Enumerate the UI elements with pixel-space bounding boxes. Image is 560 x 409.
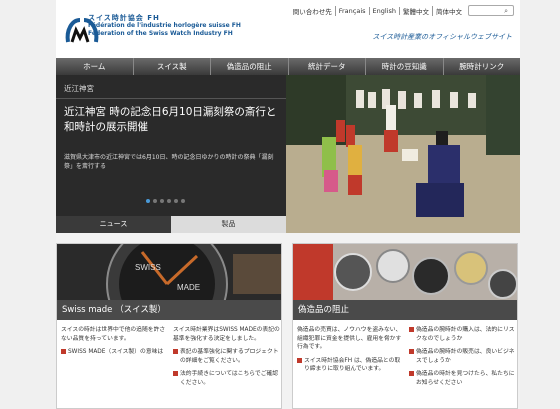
list-item-label[interactable]: 偽造品の腕時計の販売は、良いビジネスでしょうか bbox=[416, 348, 517, 365]
list-item-label[interactable]: SWISS MADE（スイス製）の意味は bbox=[68, 348, 163, 357]
list-item-label[interactable]: 法的手続きについてはこちらでご確認ください。 bbox=[180, 370, 281, 387]
swiss-made-watch-image[interactable]: SWISS MADE bbox=[57, 244, 281, 300]
search-icon[interactable]: ⌕ bbox=[501, 7, 511, 15]
hero-photo[interactable] bbox=[286, 75, 520, 233]
bullet-icon bbox=[297, 357, 302, 363]
nav-statistics[interactable]: 統計データ bbox=[289, 58, 366, 75]
brand-fr: Fédération de l'industrie horlogère suis… bbox=[88, 22, 241, 29]
list-item[interactable]: SWISS MADE（スイス製）の意味は bbox=[61, 348, 169, 357]
brand-jp: スイス時計協会 FH bbox=[88, 14, 160, 22]
page: スイス時計協会 FH Fédération de l'industrie hor… bbox=[0, 0, 560, 409]
counterfeit-watches-image[interactable] bbox=[293, 244, 517, 300]
hero-title[interactable]: 近江神宮 時の記念日6月10日漏刻祭の斎行と和時計の展示開催 bbox=[64, 105, 282, 135]
tagline: スイス時計産業のオフィシャルウェブサイト bbox=[372, 33, 512, 41]
list-item[interactable]: スイス時計協会FH は、偽造品との取り締まりに取り組んでいます。 bbox=[297, 357, 405, 374]
list-item[interactable]: 偽造品の時計を見つけたら、私たちにお知らせください bbox=[409, 370, 517, 387]
list-item-label[interactable]: 偽造品の腕時計の購入は、法的にリスクなのでしょうか bbox=[416, 326, 517, 343]
lang-traditional-chinese-link[interactable]: 繁體中文 bbox=[400, 5, 433, 16]
slider-dot[interactable] bbox=[153, 199, 157, 203]
bullet-icon bbox=[61, 349, 66, 354]
hero-category: 近江神宮 bbox=[64, 84, 94, 93]
brand-block: スイス時計協会 FH Fédération de l'industrie hor… bbox=[88, 14, 241, 38]
lang-english-link[interactable]: English bbox=[370, 6, 400, 15]
nav-anti-counterfeit[interactable]: 偽造品の阻止 bbox=[211, 58, 289, 75]
contact-link[interactable]: 問い合わせ先 bbox=[290, 5, 336, 16]
slider-dot[interactable] bbox=[174, 199, 178, 203]
bullet-icon bbox=[173, 349, 178, 354]
watch-dial-text-swiss: SWISS bbox=[135, 263, 161, 272]
lang-french-link[interactable]: Français bbox=[336, 6, 370, 15]
slider-dot[interactable] bbox=[181, 199, 185, 203]
slider-dots bbox=[146, 199, 185, 203]
list-item[interactable]: 偽造品の腕時計の販売は、良いビジネスでしょうか bbox=[409, 348, 517, 365]
swiss-made-col-1: スイスの時計は世界中で他の追随を許さない品質を持っています。 SWISS MAD… bbox=[61, 326, 169, 357]
lang-simplified-chinese-link[interactable]: 简体中文 bbox=[433, 6, 465, 16]
tab-products[interactable]: 製品 bbox=[171, 216, 286, 233]
bullet-icon bbox=[409, 371, 414, 376]
swiss-made-col-2: スイス時計業界はSWISS MADEの表記の基準を強化する決定をしました。 表記… bbox=[173, 326, 281, 387]
anti-counterfeit-panel: 偽造品の阻止 偽造品の売買は、ノウハウを盗みない、組織犯罪に資金を提供し、雇用を… bbox=[292, 243, 518, 409]
brand-en: Federation of the Swiss Watch Industry F… bbox=[88, 30, 233, 37]
slider-dot[interactable] bbox=[160, 199, 164, 203]
slider-dot[interactable] bbox=[146, 199, 150, 203]
bullet-icon bbox=[173, 371, 178, 376]
list-item[interactable]: 法的手続きについてはこちらでご確認ください。 bbox=[173, 370, 281, 387]
list-item-label[interactable]: 表記の基準強化に関するプロジェクトの詳細をご覧ください。 bbox=[180, 348, 281, 365]
hero-divider bbox=[56, 98, 286, 99]
feature-section: SWISS MADE Swiss made （スイス製） スイスの時計は世界中で… bbox=[56, 233, 520, 409]
list-item[interactable]: 表記の基準強化に関するプロジェクトの詳細をご覧ください。 bbox=[173, 348, 281, 365]
nav-home[interactable]: ホーム bbox=[56, 58, 134, 75]
tab-news[interactable]: ニュース bbox=[56, 216, 171, 233]
main-nav: ホーム スイス製 偽造品の阻止 統計データ 時計の豆知識 腕時計リンク bbox=[56, 58, 520, 75]
anti-counterfeit-col-1: 偽造品の売買は、ノウハウを盗みない、組織犯罪に資金を提供し、雇用を脅かす行為です… bbox=[297, 326, 405, 374]
nav-swiss-made[interactable]: スイス製 bbox=[134, 58, 211, 75]
anti-counterfeit-intro: 偽造品の売買は、ノウハウを盗みない、組織犯罪に資金を提供し、雇用を脅かす行為です… bbox=[297, 327, 402, 350]
swiss-made-panel: SWISS MADE Swiss made （スイス製） スイスの時計は世界中で… bbox=[56, 243, 282, 409]
list-item-label[interactable]: 偽造品の時計を見つけたら、私たちにお知らせください bbox=[416, 370, 517, 387]
list-item-label[interactable]: スイス時計協会FH は、偽造品との取り締まりに取り組んでいます。 bbox=[304, 357, 405, 374]
hero-text-panel: 近江神宮 近江神宮 時の記念日6月10日漏刻祭の斎行と和時計の展示開催 滋賀県大… bbox=[56, 75, 286, 233]
swiss-made-intro: スイスの時計は世界中で他の追随を許さない品質を持っています。 bbox=[61, 327, 166, 342]
hero-slider: 近江神宮 近江神宮 時の記念日6月10日漏刻祭の斎行と和時計の展示開催 滋賀県大… bbox=[56, 75, 520, 233]
anti-counterfeit-col-2: 偽造品の腕時計の購入は、法的にリスクなのでしょうか 偽造品の腕時計の販売は、良い… bbox=[409, 326, 517, 387]
slider-dot[interactable] bbox=[167, 199, 171, 203]
site-frame: スイス時計協会 FH Fédération de l'industrie hor… bbox=[56, 0, 520, 409]
swiss-made-standard-text: スイス時計業界はSWISS MADEの表記の基準を強化する決定をしました。 bbox=[173, 327, 280, 342]
swiss-made-heading[interactable]: Swiss made （スイス製） bbox=[57, 300, 281, 320]
top-links: 問い合わせ先 Français English 繁體中文 简体中文 ⌕ bbox=[290, 5, 514, 16]
bullet-icon bbox=[409, 349, 414, 354]
bullet-icon bbox=[409, 327, 414, 332]
hero-tabs: ニュース 製品 bbox=[56, 216, 286, 233]
anti-counterfeit-heading[interactable]: 偽造品の阻止 bbox=[293, 300, 517, 320]
search-input[interactable]: ⌕ bbox=[468, 5, 514, 16]
list-item[interactable]: 偽造品の腕時計の購入は、法的にリスクなのでしょうか bbox=[409, 326, 517, 343]
hero-description: 滋賀県大津市の近江神宮では6月10日、時の記念日ゆかりの時計の祭典「漏刻祭」を斎… bbox=[64, 154, 274, 170]
watch-dial-text-made: MADE bbox=[177, 283, 200, 292]
nav-watch-knowledge[interactable]: 時計の豆知識 bbox=[366, 58, 444, 75]
nav-watch-links[interactable]: 腕時計リンク bbox=[444, 58, 521, 75]
